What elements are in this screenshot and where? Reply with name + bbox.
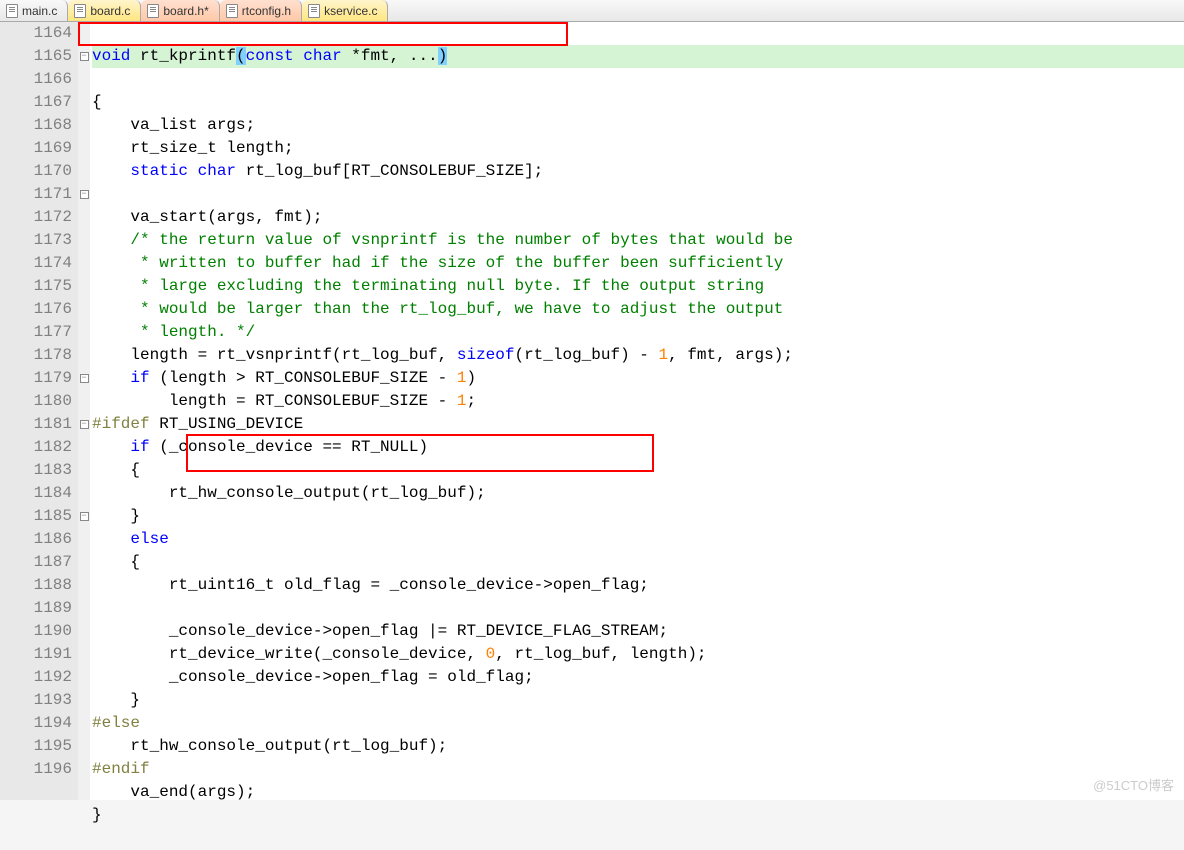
code-line: void rt_kprintf(const char *fmt, ...) [92,45,1184,68]
code-line: rt_size_t length; [92,139,294,157]
code-line: #ifdef RT_USING_DEVICE [92,415,303,433]
code-line: { [92,461,140,479]
tab-label: kservice.c [324,4,377,18]
file-icon [147,4,159,18]
file-icon [308,4,320,18]
fold-toggle[interactable]: − [80,190,89,199]
code-line: * length. */ [92,323,255,341]
code-line: if (_console_device == RT_NULL) [92,438,428,456]
code-editor[interactable]: 1164116511661167116811691170117111721173… [0,22,1184,800]
code-line: { [92,553,140,571]
fold-toggle[interactable]: − [80,512,89,521]
code-line: rt_uint16_t old_flag = _console_device->… [92,576,649,594]
file-icon [74,4,86,18]
code-area[interactable]: void rt_kprintf(const char *fmt, ...) { … [90,22,1184,800]
tab-board-c[interactable]: board.c [68,0,141,21]
code-line: length = RT_CONSOLEBUF_SIZE - 1; [92,392,476,410]
code-line: length = rt_vsnprintf(rt_log_buf, sizeof… [92,346,793,364]
fold-toggle[interactable]: − [80,374,89,383]
code-line: rt_device_write(_console_device, 0, rt_l… [92,645,707,663]
tab-rtconfig-h[interactable]: rtconfig.h [220,0,302,21]
tab-kservice-c[interactable]: kservice.c [302,0,388,21]
code-line: * written to buffer had if the size of t… [92,254,783,272]
fold-toggle[interactable]: − [80,420,89,429]
file-icon [6,4,18,18]
fold-gutter: − − − − − [78,22,90,800]
code-line: * large excluding the terminating null b… [92,277,764,295]
watermark: @51CTO博客 [1093,775,1174,794]
code-line: } [92,806,102,824]
code-line: #else [92,714,140,732]
code-line: _console_device->open_flag = old_flag; [92,668,534,686]
code-line: rt_hw_console_output(rt_log_buf); [92,737,447,755]
code-line: rt_hw_console_output(rt_log_buf); [92,484,486,502]
tab-label: main.c [22,4,57,18]
code-line: } [92,507,140,525]
line-number-gutter: 1164116511661167116811691170117111721173… [0,22,78,800]
code-line: else [92,530,169,548]
code-line: va_end(args); [92,783,255,801]
code-line: _console_device->open_flag |= RT_DEVICE_… [92,622,668,640]
tab-board-h[interactable]: board.h* [141,0,219,21]
tab-bar: main.c board.c board.h* rtconfig.h kserv… [0,0,1184,22]
file-icon [226,4,238,18]
code-line: va_start(args, fmt); [92,208,322,226]
code-line: } [92,691,140,709]
code-line: va_list args; [92,116,255,134]
code-line: * would be larger than the rt_log_buf, w… [92,300,783,318]
code-line: #endif [92,760,150,778]
tab-label: board.h* [163,4,208,18]
tab-label: board.c [90,4,130,18]
tab-main-c[interactable]: main.c [0,0,68,21]
code-line: if (length > RT_CONSOLEBUF_SIZE - 1) [92,369,476,387]
tab-label: rtconfig.h [242,4,291,18]
code-line: static char rt_log_buf[RT_CONSOLEBUF_SIZ… [92,162,543,180]
fold-toggle[interactable]: − [80,52,89,61]
code-line: { [92,93,102,111]
code-line: /* the return value of vsnprintf is the … [92,231,793,249]
